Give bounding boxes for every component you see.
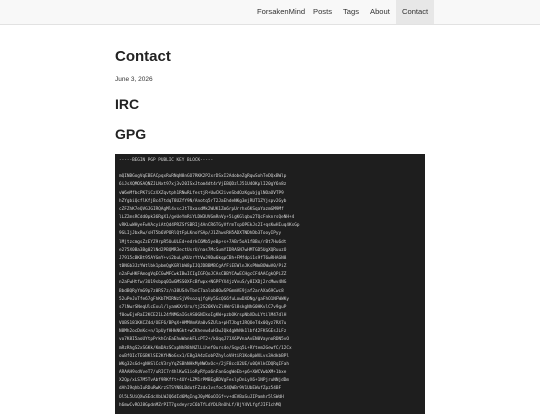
nav-item-about[interactable]: About xyxy=(370,0,390,24)
nav-item-contact[interactable]: Contact xyxy=(396,0,435,24)
nav-item-posts[interactable]: Posts xyxy=(313,0,332,24)
pgp-key-text[interactable]: -----BEGIN PGP PUBLIC KEY BLOCK----- mQI… xyxy=(119,157,421,410)
post-date: June 3, 2026 xyxy=(115,76,153,83)
top-navbar: ForsakenMind Posts Tags About Contact xyxy=(0,0,540,25)
nav-item-tags[interactable]: Tags xyxy=(343,0,359,24)
section-heading-gpg: GPG xyxy=(115,126,147,142)
pgp-key-codeblock[interactable]: -----BEGIN PGP PUBLIC KEY BLOCK----- mQI… xyxy=(115,154,425,414)
page-title: Contact xyxy=(115,48,171,65)
section-heading-irc: IRC xyxy=(115,96,140,112)
nav-brand-link[interactable]: ForsakenMind xyxy=(257,0,305,24)
main-nav: ForsakenMind Posts Tags About Contact xyxy=(0,0,540,25)
